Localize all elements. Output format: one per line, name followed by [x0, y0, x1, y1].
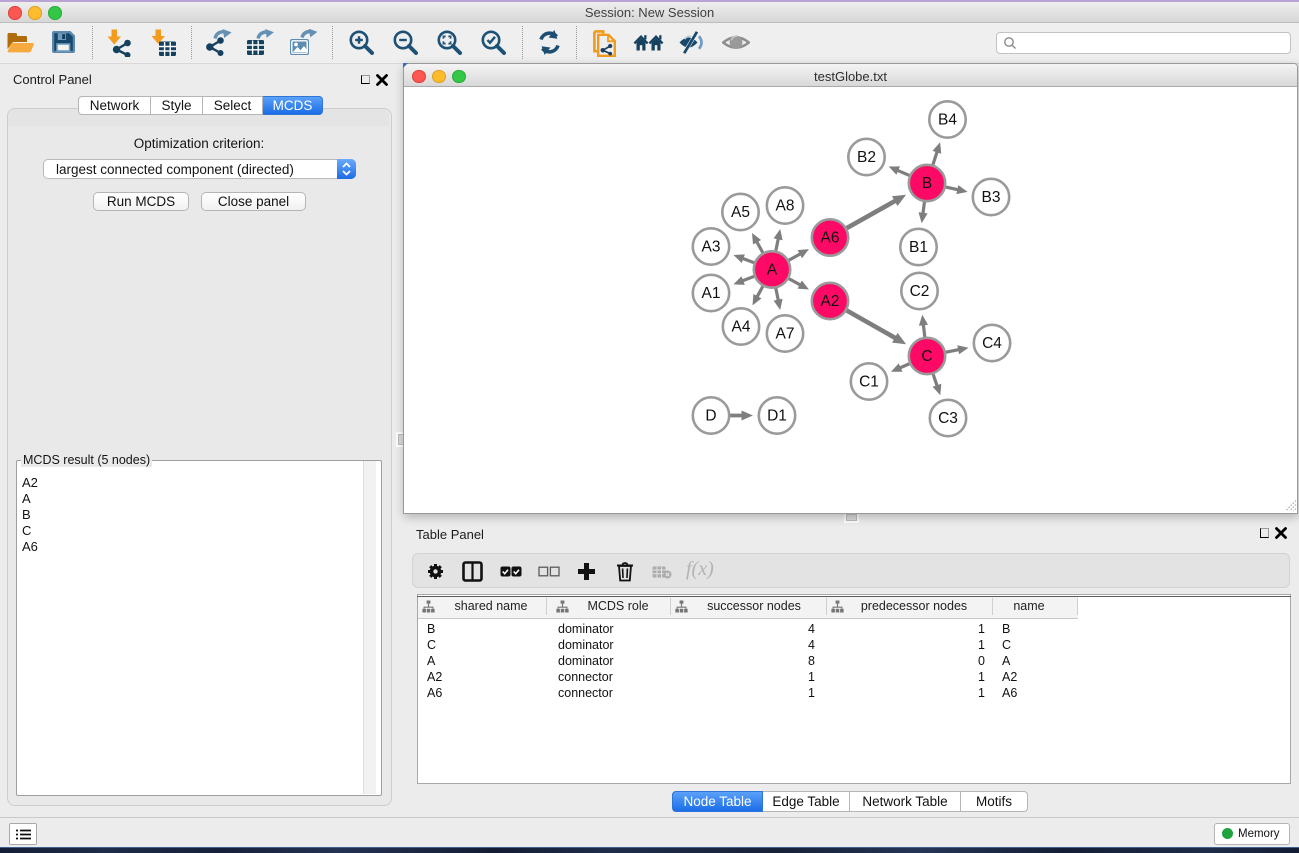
- svg-text:B2: B2: [857, 149, 876, 166]
- svg-text:A7: A7: [776, 326, 795, 343]
- svg-text:A6: A6: [821, 230, 840, 247]
- svg-text:A5: A5: [731, 204, 750, 221]
- svg-text:C4: C4: [982, 335, 1002, 352]
- svg-text:C3: C3: [938, 410, 958, 427]
- svg-text:C: C: [921, 348, 932, 365]
- svg-text:A8: A8: [776, 198, 795, 215]
- svg-text:D: D: [705, 408, 716, 425]
- svg-text:C2: C2: [910, 283, 930, 300]
- svg-text:A3: A3: [702, 239, 721, 256]
- svg-text:B4: B4: [938, 112, 957, 129]
- svg-text:B: B: [922, 175, 932, 192]
- svg-text:B3: B3: [982, 189, 1001, 206]
- svg-text:D1: D1: [767, 408, 787, 425]
- svg-text:A1: A1: [702, 285, 721, 302]
- svg-text:A: A: [767, 262, 778, 279]
- svg-text:B1: B1: [909, 239, 928, 256]
- svg-text:A2: A2: [821, 293, 840, 310]
- svg-text:A4: A4: [732, 319, 751, 336]
- svg-text:C1: C1: [859, 374, 879, 391]
